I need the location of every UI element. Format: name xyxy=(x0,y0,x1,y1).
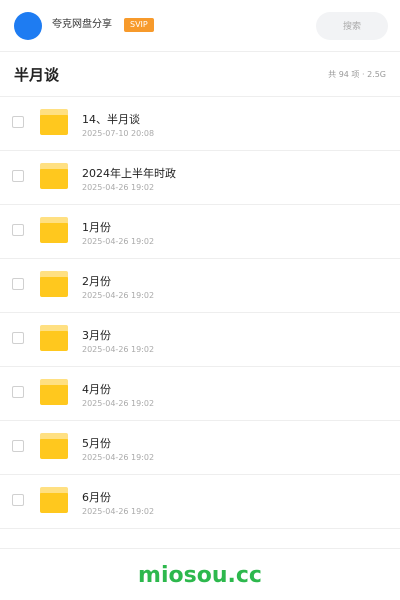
item-date: 2025-04-26 19:02 xyxy=(82,453,155,462)
item-name: 3月份 xyxy=(82,329,111,342)
item-date: 2025-04-26 19:02 xyxy=(82,237,155,246)
select-checkbox[interactable] xyxy=(12,440,24,452)
list-item[interactable]: 4月份 2025-04-26 19:02 xyxy=(0,367,400,421)
item-name: 2024年上半年时政 xyxy=(82,167,176,180)
search-input[interactable] xyxy=(316,12,388,40)
folder-icon xyxy=(40,163,68,189)
list-item[interactable]: 14、半月谈 2025-07-10 20:08 xyxy=(0,97,400,151)
item-date: 2025-04-26 19:02 xyxy=(82,183,155,192)
item-date: 2025-04-26 19:02 xyxy=(82,291,155,300)
item-date: 2025-04-26 19:02 xyxy=(82,345,155,354)
folder-summary: 共 94 项 · 2.5G xyxy=(328,70,386,79)
item-name: 6月份 xyxy=(82,491,111,504)
item-name: 5月份 xyxy=(82,437,111,450)
sharer-name: 夸克网盘分享 xyxy=(52,19,112,30)
list-item[interactable]: 6月份 2025-04-26 19:02 xyxy=(0,475,400,529)
select-checkbox[interactable] xyxy=(12,170,24,182)
select-checkbox[interactable] xyxy=(12,332,24,344)
list-item[interactable]: 1月份 2025-04-26 19:02 xyxy=(0,205,400,259)
item-date: 2025-04-26 19:02 xyxy=(82,399,155,408)
item-name: 1月份 xyxy=(82,221,111,234)
select-checkbox[interactable] xyxy=(12,494,24,506)
page-title: 半月谈 xyxy=(14,66,60,84)
folder-icon xyxy=(40,379,68,405)
folder-icon xyxy=(40,271,68,297)
svip-badge: SVIP xyxy=(124,18,154,32)
folder-icon xyxy=(40,109,68,135)
item-name: 14、半月谈 xyxy=(82,113,140,126)
item-date: 2025-07-10 20:08 xyxy=(82,129,155,138)
folder-icon xyxy=(40,325,68,351)
folder-icon xyxy=(40,433,68,459)
top-bar: 夸克网盘分享 SVIP xyxy=(0,0,400,52)
site-brand[interactable]: miosou.cc xyxy=(0,563,400,589)
list-item[interactable]: 3月份 2025-04-26 19:02 xyxy=(0,313,400,367)
list-item[interactable]: 2月份 2025-04-26 19:02 xyxy=(0,259,400,313)
folder-icon xyxy=(40,487,68,513)
folder-title-bar: 半月谈 共 94 项 · 2.5G xyxy=(0,52,400,97)
file-list: 14、半月谈 2025-07-10 20:08 2024年上半年时政 2025-… xyxy=(0,97,400,529)
select-checkbox[interactable] xyxy=(12,224,24,236)
footer: miosou.cc xyxy=(0,548,400,600)
folder-icon xyxy=(40,217,68,243)
item-date: 2025-04-26 19:02 xyxy=(82,507,155,516)
select-checkbox[interactable] xyxy=(12,116,24,128)
item-name: 4月份 xyxy=(82,383,111,396)
item-name: 2月份 xyxy=(82,275,111,288)
avatar[interactable] xyxy=(14,12,42,40)
select-checkbox[interactable] xyxy=(12,386,24,398)
select-checkbox[interactable] xyxy=(12,278,24,290)
list-item[interactable]: 5月份 2025-04-26 19:02 xyxy=(0,421,400,475)
list-item[interactable]: 2024年上半年时政 2025-04-26 19:02 xyxy=(0,151,400,205)
